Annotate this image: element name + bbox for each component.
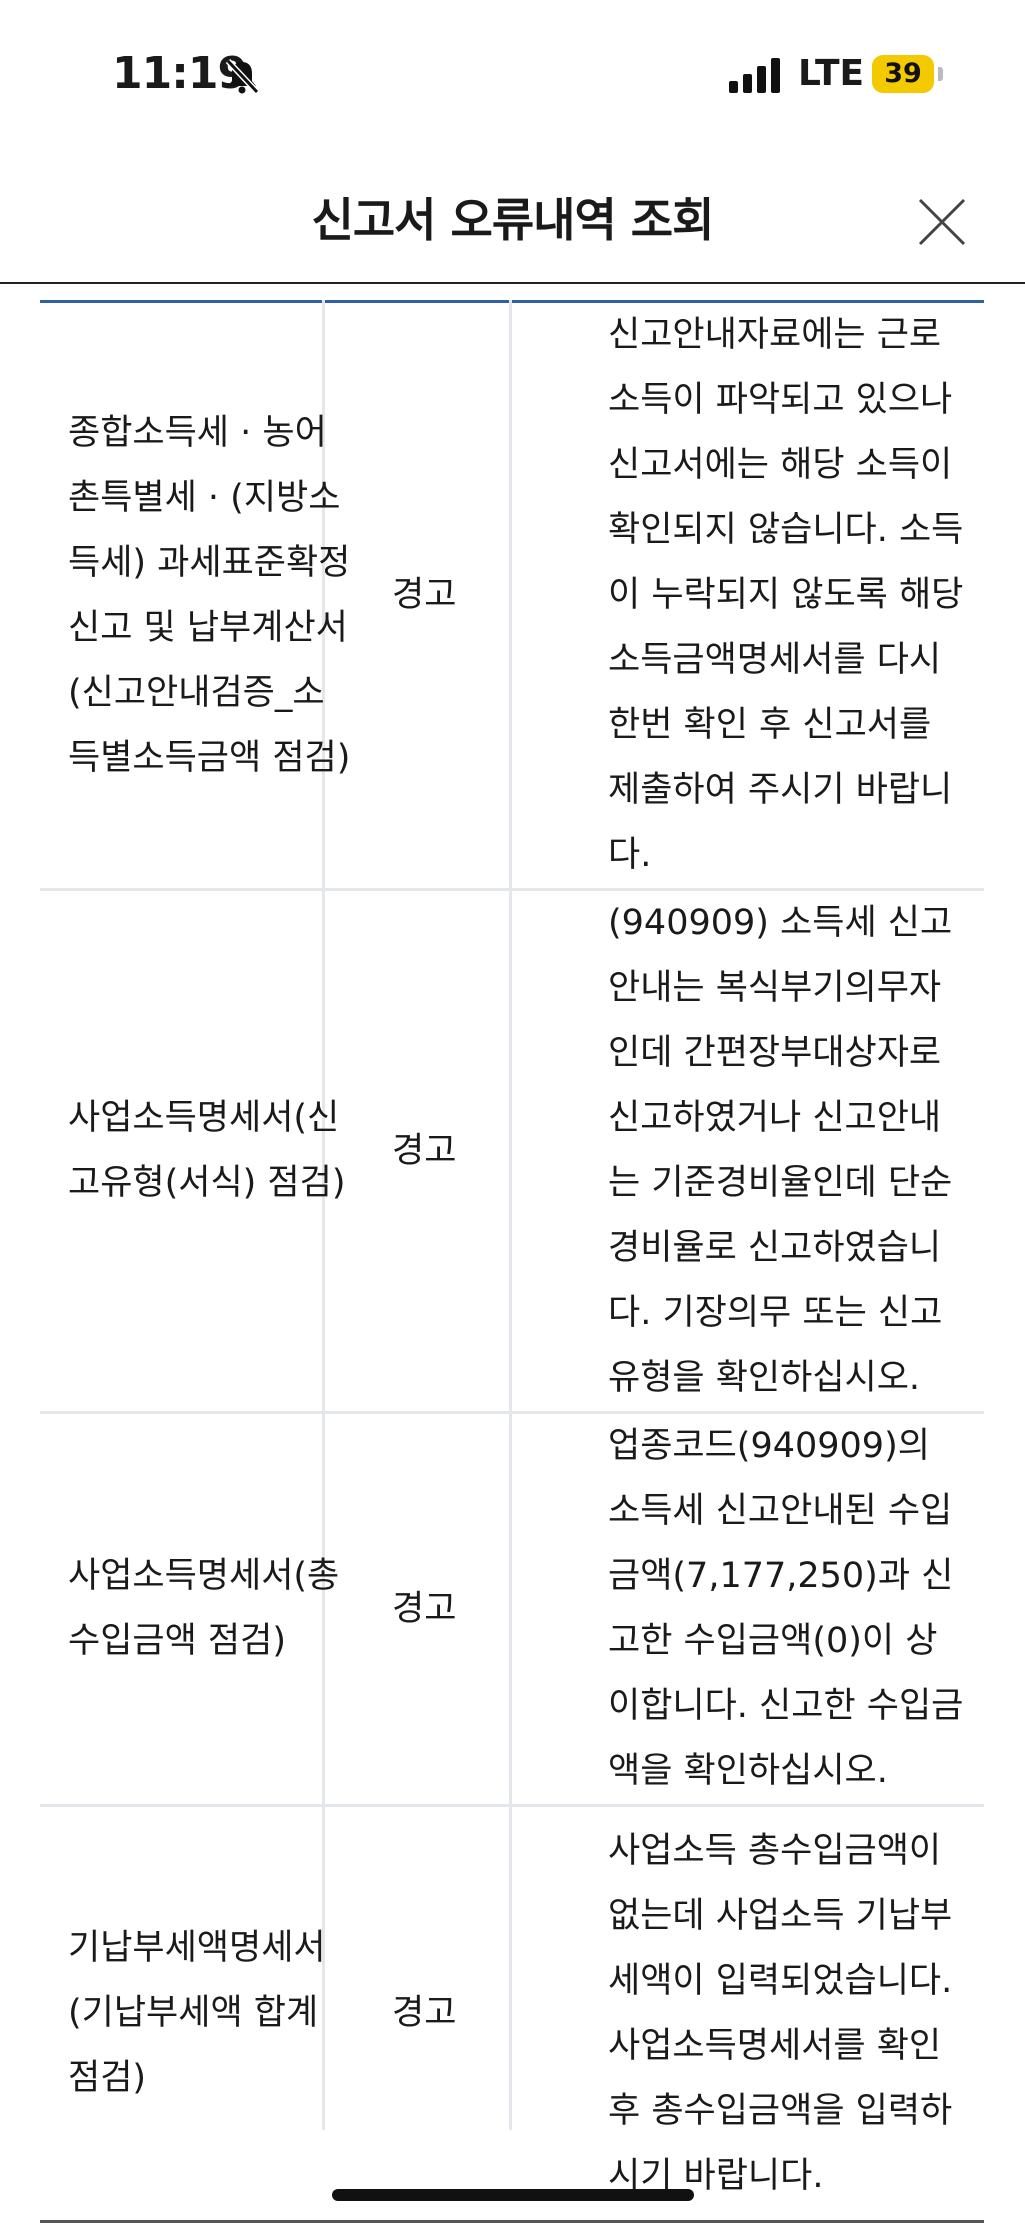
battery-icon: 39 xyxy=(872,55,934,93)
silent-bell-icon xyxy=(225,58,260,95)
battery-cap xyxy=(938,67,943,81)
error-level: 경고 xyxy=(364,303,580,891)
network-label: LTE xyxy=(798,53,865,94)
error-level: 경고 xyxy=(364,1412,580,1807)
error-message: 업종코드(940909)의 소득세 신고안내된 수입금액(7,177,250)과… xyxy=(580,1412,984,1807)
close-icon[interactable] xyxy=(912,192,972,252)
error-item-name: 사업소득명세서(총수입금액 점검) xyxy=(40,1412,364,1807)
table-row: 사업소득명세서(신고유형(서식) 점검) 경고 (940909) 소득세 신고안… xyxy=(40,889,984,1414)
title-bar: 신고서 오류내역 조회 xyxy=(0,150,1025,284)
error-level: 경고 xyxy=(364,1805,580,2223)
cellular-signal-icon xyxy=(729,57,781,93)
error-level: 경고 xyxy=(364,889,580,1414)
error-message: (940909) 소득세 신고안내는 복식부기의무자인데 간편장부대상자로 신고… xyxy=(580,889,984,1414)
table-row: 사업소득명세서(총수입금액 점검) 경고 업종코드(940909)의 소득세 신… xyxy=(40,1412,984,1807)
error-message: 신고안내자료에는 근로소득이 파악되고 있으나 신고서에는 해당 소득이 확인되… xyxy=(580,303,984,891)
status-bar: 11:19 LTE 39 xyxy=(0,0,1025,150)
error-item-name: 종합소득세 · 농어촌특별세 · (지방소득세) 과세표준확정 신고 및 납부계… xyxy=(40,303,364,891)
error-item-name: 기납부세액명세서(기납부세액 합계 점검) xyxy=(40,1805,364,2223)
table-row: 기납부세액명세서(기납부세액 합계 점검) 경고 사업소득 총수입금액이 없는데… xyxy=(40,1805,984,2223)
page-title: 신고서 오류내역 조회 xyxy=(311,193,715,247)
error-item-name: 사업소득명세서(신고유형(서식) 점검) xyxy=(40,889,364,1414)
home-indicator[interactable] xyxy=(332,2189,694,2201)
error-message: 사업소득 총수입금액이 없는데 사업소득 기납부세액이 입력되었습니다. 사업소… xyxy=(580,1805,984,2223)
table-row: 종합소득세 · 농어촌특별세 · (지방소득세) 과세표준확정 신고 및 납부계… xyxy=(40,303,984,891)
